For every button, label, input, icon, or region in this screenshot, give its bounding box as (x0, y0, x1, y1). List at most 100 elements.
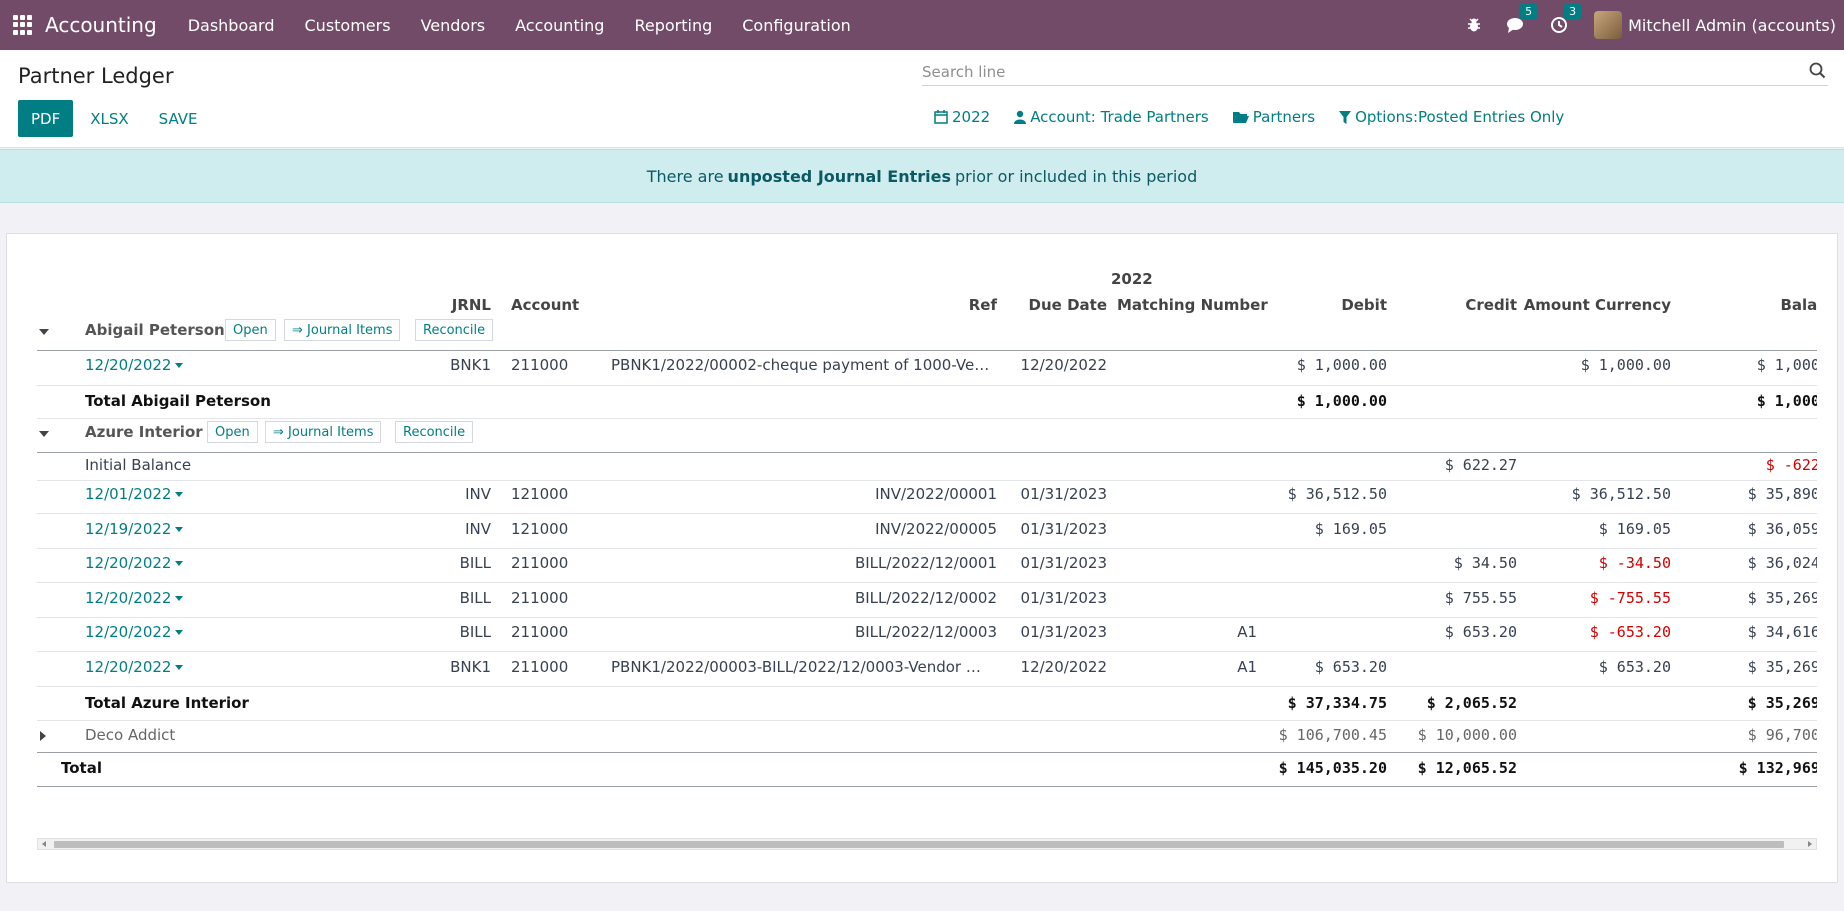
filter-funnel-icon (1339, 110, 1352, 124)
line-account: 211000 (511, 554, 569, 572)
line-account: 121000 (511, 520, 569, 538)
messages-icon[interactable]: 5 (1506, 4, 1538, 34)
line-debit: $ 653.20 (1314, 658, 1387, 676)
activities-count-badge: 3 (1564, 4, 1582, 19)
line-date[interactable]: 12/01/2022 (85, 485, 184, 503)
folder-open-icon (1232, 111, 1249, 123)
xlsx-button[interactable]: XLSX (77, 100, 141, 137)
date-filter[interactable]: 2022 (934, 108, 990, 126)
dropdown-caret-icon (175, 665, 184, 670)
user-menu[interactable]: Mitchell Admin (accounts) (1628, 16, 1836, 35)
line-date[interactable]: 12/20/2022 (85, 589, 184, 607)
line-ref: BILL/2022/12/0002 (854, 589, 997, 607)
line-credit: $ 755.55 (1444, 589, 1517, 607)
initial-balance-row: Initial Balance $ 622.27 $ -622.27 (37, 456, 1817, 480)
line-balance: $ 36,024.78 (1747, 554, 1817, 572)
menu-accounting[interactable]: Accounting (500, 16, 619, 35)
line-debit: $ 169.05 (1314, 520, 1387, 538)
line-ref: INV/2022/00001 (875, 485, 997, 503)
col-jrnl: JRNL (451, 296, 491, 314)
line-due-date: 01/31/2023 (1020, 520, 1107, 538)
alert-link[interactable]: unposted Journal Entries (728, 167, 951, 186)
apps-menu-icon[interactable] (13, 15, 33, 35)
ledger-line: 12/20/2022 BILL 211000 BILL/2022/12/0001 01/… (37, 554, 1817, 578)
report-card: 2022 JRNL Account Ref Due Date Matching … (6, 233, 1838, 883)
line-balance: $ 1,000.00 (1756, 356, 1817, 374)
line-due-date: 01/31/2023 (1020, 485, 1107, 503)
line-amount-currency: $ -34.50 (1598, 554, 1671, 572)
line-date[interactable]: 12/19/2022 (85, 520, 184, 538)
search-icon[interactable] (1809, 62, 1826, 83)
activities-clock-icon[interactable]: 3 (1550, 4, 1582, 34)
partner-row-abigail: Abigail Peterson Open ⇒ Journal Items Re… (37, 319, 1817, 345)
ledger-line: 12/20/2022 BILL 211000 BILL/2022/12/0003 01/… (37, 623, 1817, 647)
scroll-left-arrow-icon[interactable] (42, 841, 46, 847)
line-jrnl: BILL (459, 554, 491, 572)
line-date[interactable]: 12/20/2022 (85, 658, 184, 676)
menu-dashboard[interactable]: Dashboard (173, 16, 290, 35)
open-button[interactable]: Open (207, 421, 258, 443)
collapse-caret-icon[interactable] (39, 329, 49, 335)
pdf-button[interactable]: PDF (18, 100, 74, 137)
reconcile-button[interactable]: Reconcile (415, 319, 494, 341)
open-button[interactable]: Open (225, 319, 276, 341)
line-matching-number: A1 (1237, 658, 1257, 676)
ledger-line: 12/19/2022 INV 121000 INV/2022/00005 01/31/2… (37, 520, 1817, 544)
total-debit: $ 1,000.00 (1296, 392, 1387, 410)
col-account: Account (511, 296, 580, 314)
col-matching-number: Matching Number (1117, 296, 1268, 314)
line-balance: $ 35,890.23 (1747, 485, 1817, 503)
menu-vendors[interactable]: Vendors (406, 16, 501, 35)
initial-balance-label: Initial Balance (85, 456, 192, 474)
line-date[interactable]: 12/20/2022 (85, 623, 184, 641)
alert-text-after: prior or included in this period (955, 166, 1198, 186)
col-amount-currency: Amount Currency (1523, 296, 1671, 314)
line-due-date: 01/31/2023 (1020, 623, 1107, 641)
grand-total-balance: $ 132,969.68 (1738, 759, 1817, 777)
line-matching-number: A1 (1237, 623, 1257, 641)
total-balance: $ 1,000.00 (1756, 392, 1817, 410)
menu-reporting[interactable]: Reporting (619, 16, 727, 35)
scroll-right-arrow-icon[interactable] (1808, 841, 1812, 847)
dropdown-caret-icon (175, 363, 184, 368)
menu-configuration[interactable]: Configuration (727, 16, 866, 35)
line-jrnl: INV (465, 485, 491, 503)
search-input[interactable] (922, 62, 1782, 81)
partner-name[interactable]: Deco Addict (85, 726, 175, 744)
app-name[interactable]: Accounting (45, 13, 157, 37)
col-due-date: Due Date (1028, 296, 1107, 314)
grand-total-credit: $ 12,065.52 (1417, 759, 1517, 777)
menu-customers[interactable]: Customers (290, 16, 406, 35)
horizontal-scrollbar[interactable] (37, 838, 1817, 850)
journal-items-button[interactable]: ⇒ Journal Items (265, 421, 382, 443)
options-filter[interactable]: Options:Posted Entries Only (1339, 108, 1564, 126)
partner-debit: $ 106,700.45 (1278, 726, 1387, 744)
save-button[interactable]: SAVE (146, 100, 211, 137)
journal-items-button[interactable]: ⇒ Journal Items (284, 319, 401, 341)
collapse-caret-icon[interactable] (39, 431, 49, 437)
line-date[interactable]: 12/20/2022 (85, 554, 184, 572)
partner-name[interactable]: Abigail Peterson (85, 321, 225, 339)
line-jrnl: BILL (459, 623, 491, 641)
line-credit: $ 653.20 (1444, 623, 1517, 641)
line-jrnl: BILL (459, 589, 491, 607)
debug-bug-icon[interactable] (1466, 17, 1482, 33)
partner-total-row: Total Azure Interior $ 37,334.75 $ 2,065… (37, 694, 1817, 718)
dropdown-caret-icon (175, 561, 184, 566)
partner-total-row: Total Abigail Peterson $ 1,000.00 $ 1,00… (37, 392, 1817, 416)
line-date[interactable]: 12/20/2022 (85, 356, 184, 374)
ledger-line: 12/20/2022 BNK1 211000 PBNK1/2022/00002-… (37, 356, 1817, 380)
account-filter[interactable]: Account: Trade Partners (1014, 108, 1209, 126)
total-label: Total Abigail Peterson (85, 392, 271, 410)
line-account: 211000 (511, 589, 569, 607)
line-debit: $ 1,000.00 (1296, 356, 1387, 374)
scrollbar-thumb[interactable] (54, 841, 1784, 848)
partners-filter[interactable]: Partners (1232, 108, 1315, 126)
user-avatar[interactable] (1594, 11, 1623, 39)
dropdown-caret-icon (175, 596, 184, 601)
partner-name[interactable]: Azure Interior (85, 423, 203, 441)
expand-caret-icon[interactable] (40, 731, 46, 741)
reconcile-button[interactable]: Reconcile (395, 421, 474, 443)
date-filter-label: 2022 (952, 108, 991, 126)
col-credit: Credit (1465, 296, 1517, 314)
